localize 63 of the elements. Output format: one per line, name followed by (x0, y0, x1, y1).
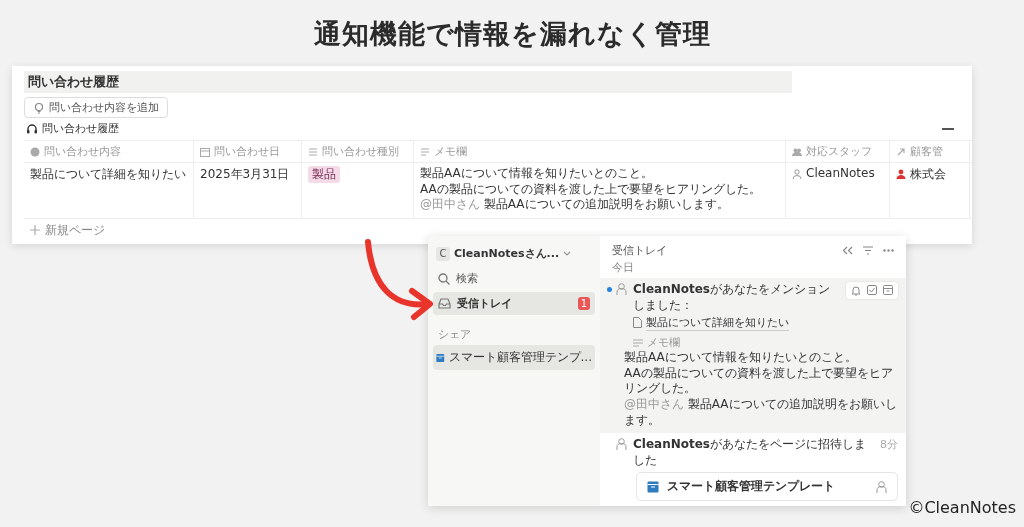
filter-icon[interactable] (863, 246, 873, 255)
page-card[interactable]: スマート顧客管理テンプレート (636, 472, 898, 502)
view-tab[interactable]: 問い合わせ履歴 (24, 119, 121, 138)
page-title: スマート顧客管理テンプレート (667, 478, 836, 496)
add-inquiry-button[interactable]: 問い合わせ内容を追加 (24, 97, 168, 118)
column-header: 問い合わせ内容 (44, 144, 121, 159)
workspace-avatar: C (436, 246, 450, 261)
archive-box-icon (436, 351, 445, 364)
type-tag: 製品 (308, 166, 340, 183)
customer-cell: 株式会 (910, 166, 946, 183)
sidebar-item[interactable]: 検索 (433, 267, 595, 290)
column-header: メモ欄 (434, 144, 467, 159)
notification-text: CleanNotesがあなたをメンションしました： (633, 282, 831, 314)
text-lines-icon (633, 338, 643, 347)
list-icon (308, 146, 318, 157)
copyright-text: ©CleanNotes (908, 498, 1016, 517)
field-label: メモ欄 (647, 335, 680, 351)
bell-icon[interactable] (851, 285, 861, 296)
headline: 通知機能で情報を漏れなく管理 (312, 17, 712, 51)
section-label: シェア (437, 327, 472, 343)
archive-icon[interactable] (883, 285, 893, 295)
person-icon (792, 169, 802, 179)
workspace-name[interactable]: CleanNotesさん... (454, 246, 560, 261)
headset-icon (26, 122, 38, 135)
chevron-down-icon[interactable] (563, 250, 572, 257)
notification[interactable]: CleanNotesがあなたをページに招待しました 8分 スマート顧客管理テンプレート (600, 433, 906, 507)
column-header: 問い合わせ種別 (322, 144, 399, 159)
checkbox-icon[interactable] (867, 285, 877, 295)
person-icon (896, 169, 906, 179)
sidebar-page[interactable]: スマート顧客管理テンプ... (433, 345, 595, 370)
group-label: 今日 (611, 260, 635, 276)
more-icon[interactable] (883, 249, 894, 252)
people-icon (792, 146, 802, 157)
memo-text: 製品AAについて情報を知りたいとのこと。 AAの製品についての資料を渡した上で要望をヒアリングした。 @田中さん 製品AAについての追加説明をお願いします。 (624, 350, 898, 429)
staff-cell: CleanNotes (806, 166, 875, 180)
lightbulb-icon (33, 101, 45, 114)
memo-cell: 製品AAについて情報を知りたいとのこと。 AAの製品についての資料を渡した上で要望をヒアリングした。 @田中さん 製品AAについての追加説明をお願いします。 (420, 166, 761, 213)
document-icon (633, 317, 642, 329)
text-lines-icon (420, 146, 430, 157)
search-icon (438, 272, 450, 285)
inquiry-cell: 製品について詳細を知りたい (30, 166, 186, 183)
notification-time: 8分 (880, 437, 898, 453)
notification[interactable]: CleanNotesがあなたをメンションしました： 製品について詳細を知りたい メモ欄 製品AAについて情報を知りたいとのこと。 AAの製品についての資料を渡した上で要望をヒアリングした。 @田中さん 製品AAについての追加説明をお願いします。 (600, 278, 906, 434)
database-title: 問い合わせ履歴 (24, 71, 792, 93)
unread-count-badge: 1 (577, 297, 590, 310)
double-chevron-left-icon[interactable] (842, 246, 853, 255)
avatar-icon (876, 480, 887, 493)
inbox-icon (438, 298, 451, 309)
archive-box-icon (647, 480, 659, 493)
avatar-icon (616, 283, 627, 295)
new-page-button[interactable]: 新規ページ (24, 218, 111, 242)
arrow-up-right-icon (896, 146, 906, 157)
date-cell: 2025年3月31日 (200, 166, 290, 183)
inbox-title: 受信トレイ (612, 243, 667, 258)
avatar-icon (616, 438, 627, 451)
calendar-icon (200, 146, 210, 157)
notification-text: CleanNotesがあなたをページに招待しました (633, 437, 867, 469)
sidebar-item[interactable]: 受信トレイ 1 (433, 292, 595, 315)
column-header: 問い合わせ日 (214, 144, 280, 159)
page-link[interactable]: 製品について詳細を知りたい (633, 314, 789, 331)
plus-icon (30, 225, 40, 236)
column-header: 対応スタッフ (806, 144, 872, 159)
column-header: 顧客管 (910, 144, 943, 159)
